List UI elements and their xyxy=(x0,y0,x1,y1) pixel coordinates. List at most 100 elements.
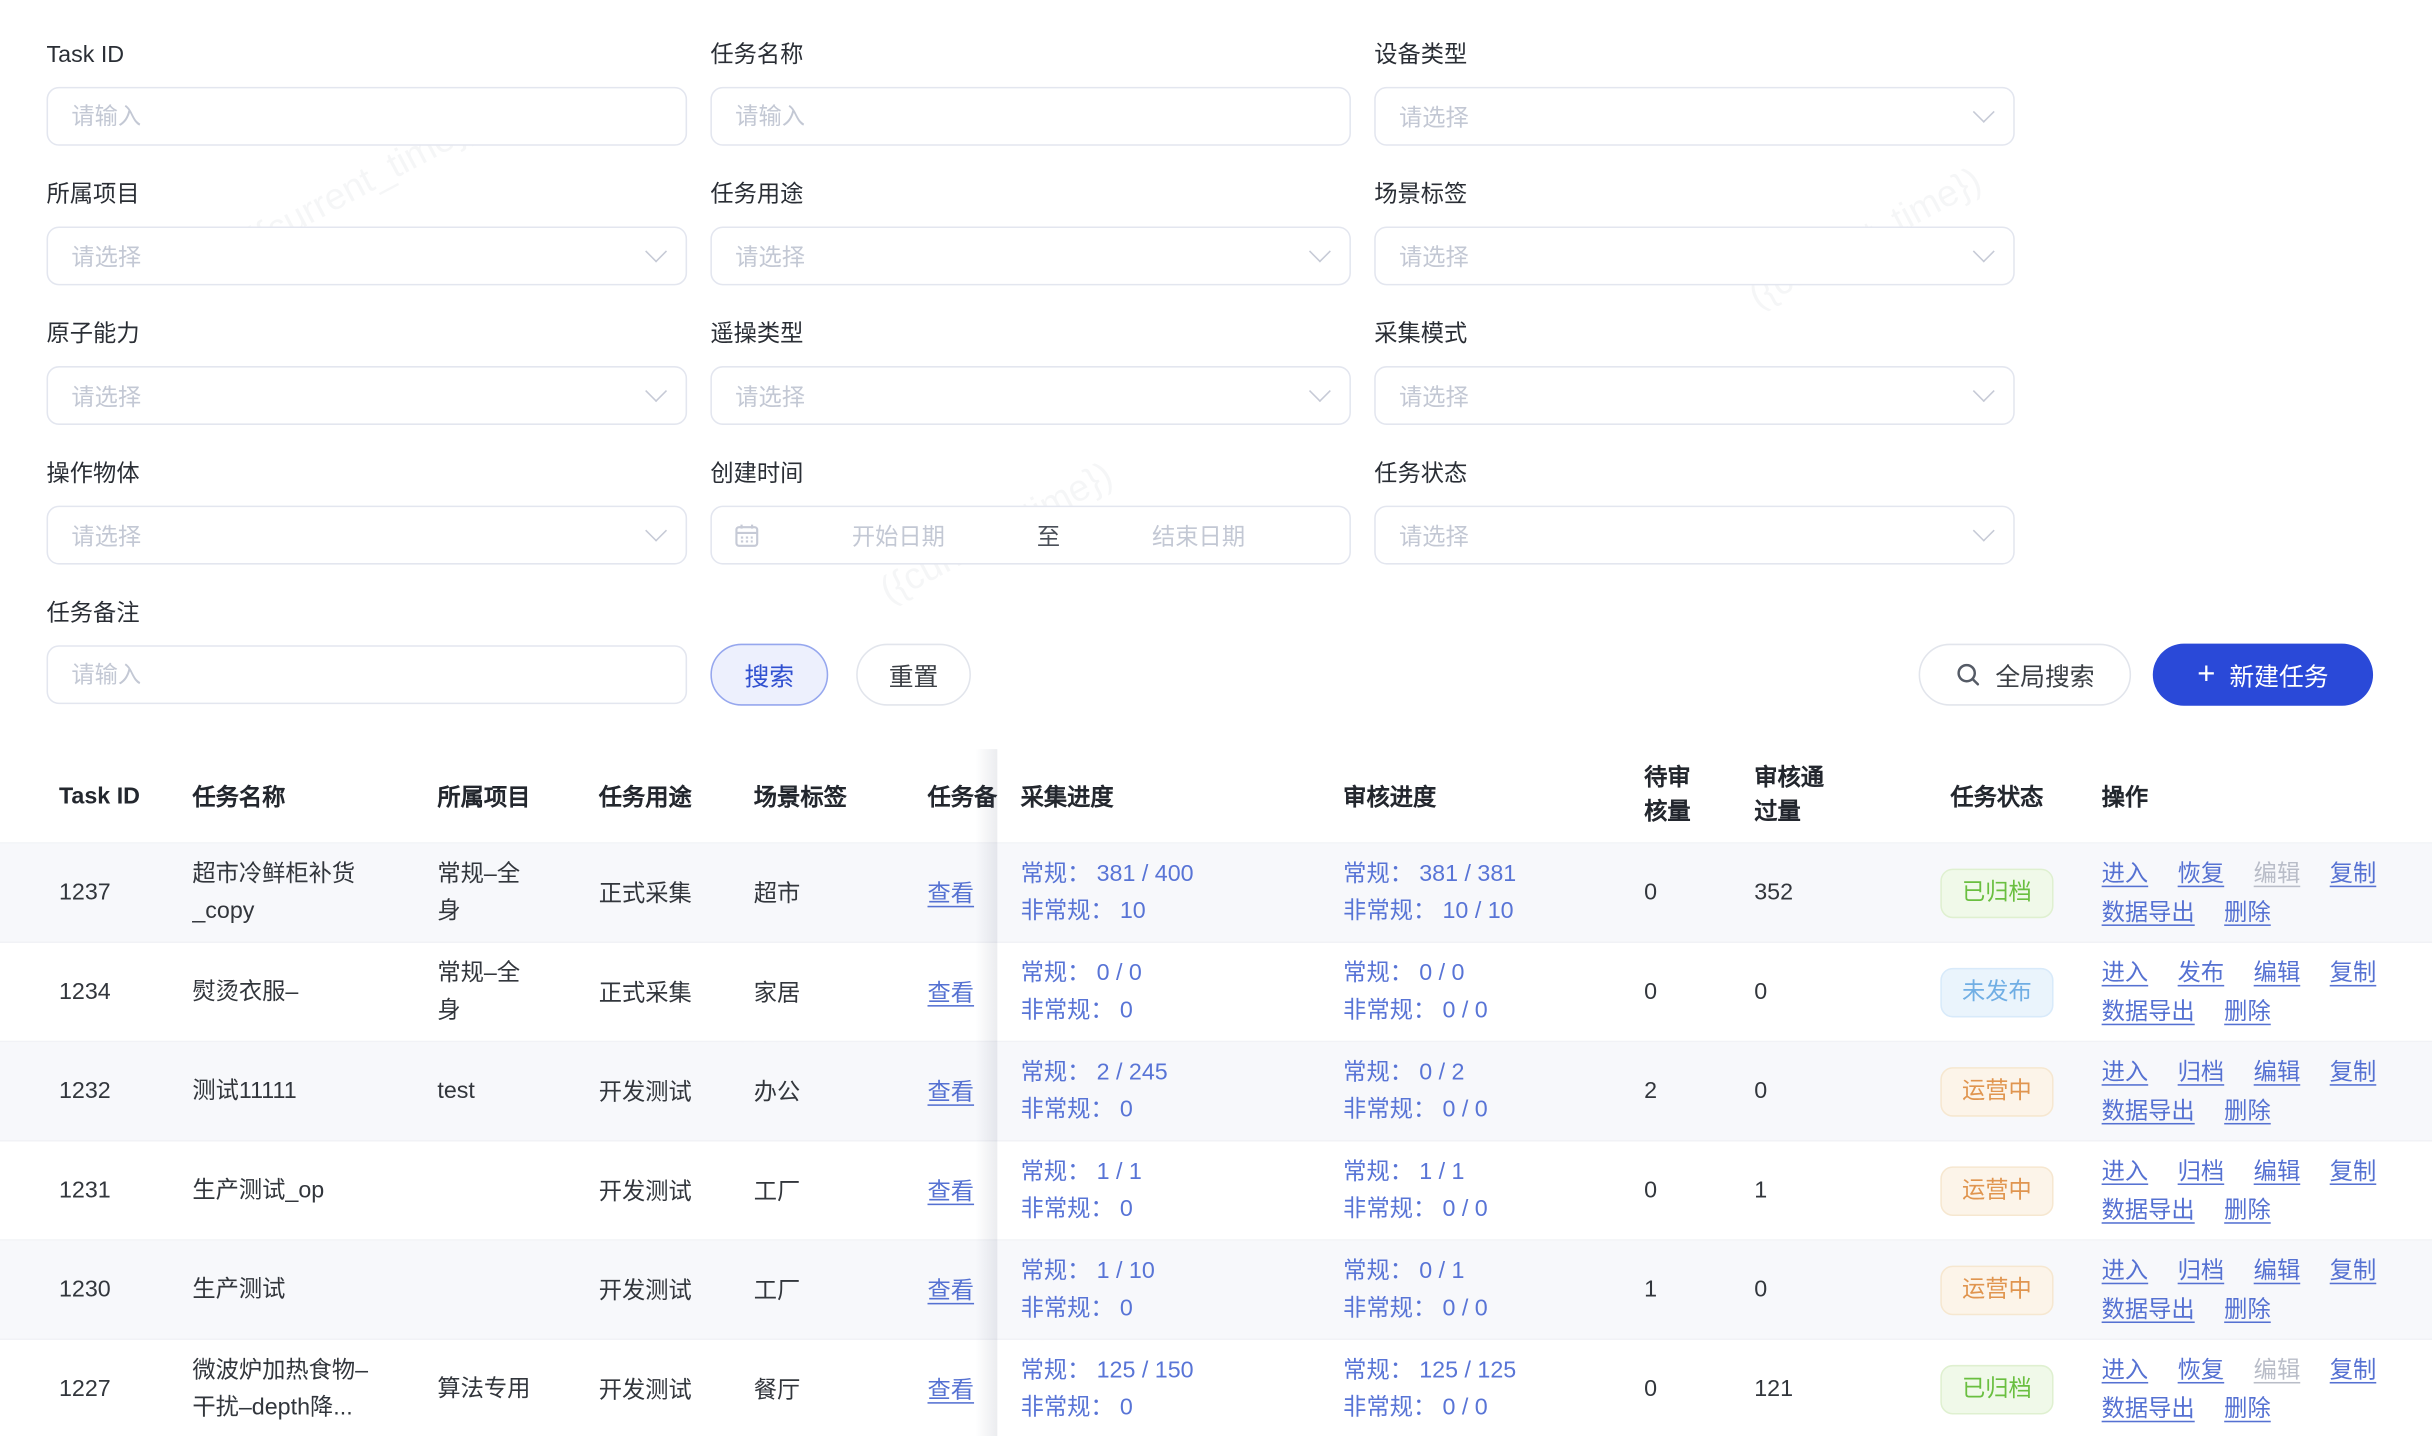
chevron-down-icon xyxy=(1309,241,1331,263)
task-status-select[interactable]: 请选择 xyxy=(1374,506,2015,565)
op-enter-link[interactable]: 进入 xyxy=(2102,1251,2149,1290)
op-export-link[interactable]: 数据导出 xyxy=(2102,1091,2195,1130)
op-export-link[interactable]: 数据导出 xyxy=(2102,1389,2195,1428)
op-delete-link[interactable]: 删除 xyxy=(2224,992,2271,1031)
view-remark-link[interactable]: 查看 xyxy=(928,1174,975,1207)
cell-task-id: 1234 xyxy=(0,943,192,1041)
new-task-button[interactable]: + 新建任务 xyxy=(2153,644,2373,706)
filter-field-project: 所属项目 请选择 xyxy=(47,178,688,285)
scene-tag-select[interactable]: 请选择 xyxy=(1374,226,2015,285)
view-remark-link[interactable]: 查看 xyxy=(928,1373,975,1406)
cell-review-passed: 0 xyxy=(1745,1042,1911,1140)
cell-project: 常规–全身 xyxy=(437,943,598,1041)
view-remark-link[interactable]: 查看 xyxy=(928,876,975,909)
op-enter-link[interactable]: 进入 xyxy=(2102,854,2149,893)
chevron-down-icon xyxy=(645,241,667,263)
cell-purpose: 开发测试 xyxy=(599,1142,754,1240)
cell-purpose: 开发测试 xyxy=(599,1241,754,1339)
cell-scene-tag: 办公 xyxy=(754,1042,909,1140)
cell-purpose: 正式采集 xyxy=(599,943,754,1041)
calendar-icon xyxy=(734,522,760,548)
table-row: 1237 超市冷鲜柜补货_copy 常规–全身 正式采集 超市 查看 常规：38… xyxy=(0,844,2432,943)
op-edit-link[interactable]: 编辑 xyxy=(2254,1152,2301,1191)
cell-scene-tag: 工厂 xyxy=(754,1241,909,1339)
view-remark-link[interactable]: 查看 xyxy=(928,1273,975,1306)
op-edit-link[interactable]: 编辑 xyxy=(2254,854,2301,893)
op-archive-link[interactable]: 归档 xyxy=(2178,1251,2225,1290)
op-restore-link[interactable]: 恢复 xyxy=(2178,1350,2225,1389)
global-search-button[interactable]: 全局搜索 xyxy=(1919,644,2131,706)
op-edit-link[interactable]: 编辑 xyxy=(2254,1251,2301,1290)
cell-review-passed: 0 xyxy=(1745,943,1911,1041)
cell-review-progress: 常规：0 / 1 非常规：0 / 0 xyxy=(1328,1241,1635,1339)
op-delete-link[interactable]: 删除 xyxy=(2224,1290,2271,1329)
chevron-down-icon xyxy=(645,380,667,402)
op-copy-link[interactable]: 复制 xyxy=(2330,854,2377,893)
cell-task-id: 1227 xyxy=(0,1340,192,1436)
cell-pending-review: 0 xyxy=(1635,1142,1745,1240)
op-archive-link[interactable]: 归档 xyxy=(2178,1152,2225,1191)
cell-collect-progress: 常规：381 / 400 非常规：10 xyxy=(997,844,1327,942)
op-delete-link[interactable]: 删除 xyxy=(2224,1389,2271,1428)
op-export-link[interactable]: 数据导出 xyxy=(2102,1190,2195,1229)
op-enter-link[interactable]: 进入 xyxy=(2102,953,2149,992)
view-remark-link[interactable]: 查看 xyxy=(928,976,975,1009)
cell-review-passed: 121 xyxy=(1745,1340,1911,1436)
op-archive-link[interactable]: 归档 xyxy=(2178,1052,2225,1091)
op-delete-link[interactable]: 删除 xyxy=(2224,1091,2271,1130)
op-export-link[interactable]: 数据导出 xyxy=(2102,992,2195,1031)
end-date-placeholder[interactable]: 结束日期 xyxy=(1069,519,1327,552)
op-copy-link[interactable]: 复制 xyxy=(2330,1052,2377,1091)
op-enter-link[interactable]: 进入 xyxy=(2102,1152,2149,1191)
op-copy-link[interactable]: 复制 xyxy=(2330,1350,2377,1389)
table-header-row: Task ID 任务名称 所属项目 任务用途 场景标签 任务备注 采集进度 审核… xyxy=(0,749,2432,844)
op-edit-link[interactable]: 编辑 xyxy=(2254,953,2301,992)
op-delete-link[interactable]: 删除 xyxy=(2224,893,2271,932)
device-type-select[interactable]: 请选择 xyxy=(1374,87,2015,146)
op-delete-link[interactable]: 删除 xyxy=(2224,1190,2271,1229)
search-button[interactable]: 搜索 xyxy=(710,644,828,706)
reset-button[interactable]: 重置 xyxy=(856,644,971,706)
cell-scene-tag: 家居 xyxy=(754,943,909,1041)
op-export-link[interactable]: 数据导出 xyxy=(2102,1290,2195,1329)
start-date-placeholder[interactable]: 开始日期 xyxy=(769,519,1027,552)
op-export-link[interactable]: 数据导出 xyxy=(2102,893,2195,932)
task-name-input[interactable] xyxy=(710,87,1351,146)
op-enter-link[interactable]: 进入 xyxy=(2102,1350,2149,1389)
object-select[interactable]: 请选择 xyxy=(47,506,688,565)
cell-task-remark: 查看 xyxy=(909,844,997,942)
cell-task-name: 生产测试 xyxy=(192,1241,437,1339)
view-remark-link[interactable]: 查看 xyxy=(928,1075,975,1108)
create-time-range-picker[interactable]: 开始日期 至 结束日期 xyxy=(710,506,1351,565)
op-publish-link[interactable]: 发布 xyxy=(2178,953,2225,992)
cell-collect-progress: 常规：0 / 0 非常规：0 xyxy=(997,943,1327,1041)
op-edit-link[interactable]: 编辑 xyxy=(2254,1052,2301,1091)
cell-scene-tag: 工厂 xyxy=(754,1142,909,1240)
project-select[interactable]: 请选择 xyxy=(47,226,688,285)
purpose-label: 任务用途 xyxy=(710,178,1351,212)
select-placeholder: 请选择 xyxy=(71,240,141,273)
task-name-label: 任务名称 xyxy=(710,39,1351,73)
task-id-input[interactable] xyxy=(47,87,688,146)
atomic-ability-label: 原子能力 xyxy=(47,318,688,352)
teleop-type-label: 遥操类型 xyxy=(710,318,1351,352)
purpose-select[interactable]: 请选择 xyxy=(710,226,1351,285)
op-restore-link[interactable]: 恢复 xyxy=(2178,854,2225,893)
op-copy-link[interactable]: 复制 xyxy=(2330,1152,2377,1191)
op-copy-link[interactable]: 复制 xyxy=(2330,953,2377,992)
cell-task-id: 1232 xyxy=(0,1042,192,1140)
cell-project: test xyxy=(437,1042,598,1140)
date-range-separator: 至 xyxy=(1037,519,1060,552)
chevron-down-icon xyxy=(645,520,667,542)
cell-project: 算法专用 xyxy=(437,1340,598,1436)
plus-icon: + xyxy=(2197,659,2215,690)
collect-mode-select[interactable]: 请选择 xyxy=(1374,366,2015,425)
task-remark-input[interactable] xyxy=(47,645,688,704)
teleop-type-select[interactable]: 请选择 xyxy=(710,366,1351,425)
op-copy-link[interactable]: 复制 xyxy=(2330,1251,2377,1290)
scene-tag-label: 场景标签 xyxy=(1374,178,2015,212)
cell-review-passed: 352 xyxy=(1745,844,1911,942)
op-enter-link[interactable]: 进入 xyxy=(2102,1052,2149,1091)
atomic-ability-select[interactable]: 请选择 xyxy=(47,366,688,425)
op-edit-link[interactable]: 编辑 xyxy=(2254,1350,2301,1389)
